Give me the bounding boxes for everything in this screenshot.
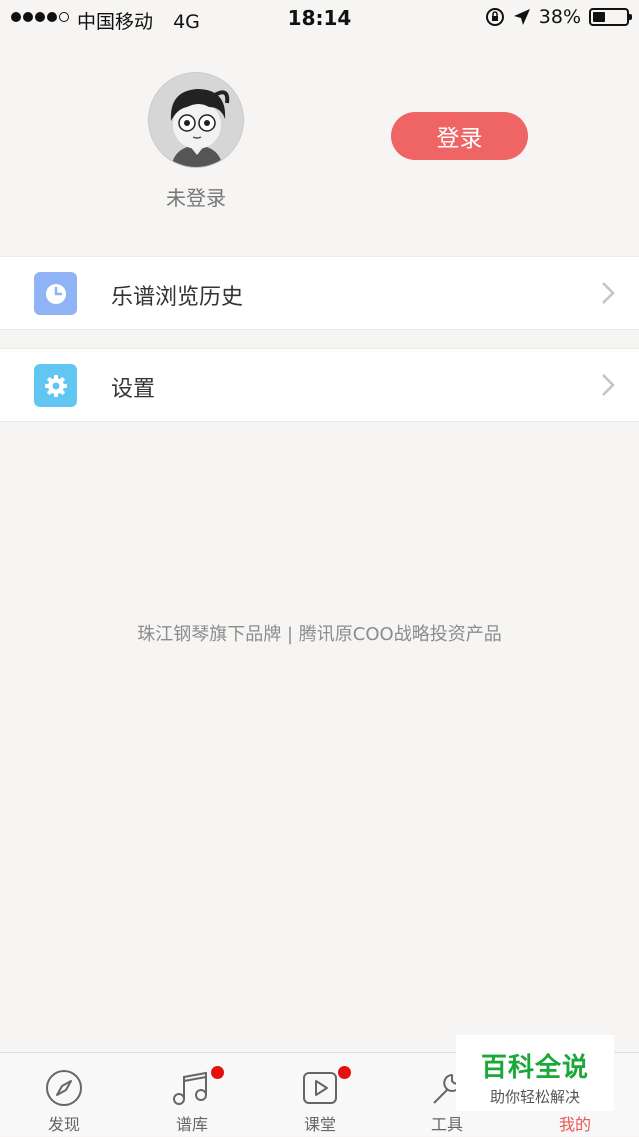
gear-icon <box>34 364 77 407</box>
chevron-right-icon <box>602 374 615 396</box>
menu-item-browse-history[interactable]: 乐谱浏览历史 <box>0 256 639 330</box>
status-bar: 中国移动 4G 18:14 38% <box>0 0 639 38</box>
menu-item-settings[interactable]: 设置 <box>0 348 639 422</box>
login-button[interactable]: 登录 <box>391 112 528 160</box>
clock-icon <box>34 272 77 315</box>
tab-label: 谱库 <box>175 1115 208 1134</box>
avatar[interactable] <box>148 72 244 168</box>
notification-badge <box>338 1066 351 1079</box>
battery-level <box>593 12 606 22</box>
rotation-lock-icon <box>485 8 504 26</box>
menu-item-label: 设置 <box>111 377 156 402</box>
tab-classroom[interactable]: 课堂 <box>256 1053 384 1137</box>
battery-percent: 38% <box>538 6 581 28</box>
watermark-subtitle: 助你轻松解决 <box>489 1088 580 1106</box>
login-status-label: 未登录 <box>166 186 226 210</box>
tab-library[interactable]: 谱库 <box>128 1053 256 1137</box>
menu-item-label: 乐谱浏览历史 <box>111 285 244 310</box>
tab-label: 我的 <box>558 1115 591 1134</box>
chevron-right-icon <box>602 282 615 304</box>
tab-label: 工具 <box>430 1115 463 1134</box>
music-note-icon <box>172 1066 224 1107</box>
brand-footer-note: 珠江钢琴旗下品牌 | 腾讯原COO战略投资产品 <box>137 624 502 645</box>
watermark-title: 百科全说 <box>480 1053 589 1083</box>
compass-icon <box>45 1069 83 1107</box>
status-right: 38% <box>485 6 632 28</box>
tab-label: 发现 <box>47 1115 80 1134</box>
notification-badge <box>211 1066 224 1079</box>
play-icon <box>301 1066 351 1107</box>
cartoon-avatar-icon <box>149 73 243 167</box>
location-arrow-icon <box>513 9 530 25</box>
battery-icon <box>589 8 632 26</box>
watermark-logo: 百科全说 助你轻松解决 <box>456 1035 614 1111</box>
tab-label: 课堂 <box>303 1115 336 1134</box>
tab-discover[interactable]: 发现 <box>0 1053 128 1137</box>
